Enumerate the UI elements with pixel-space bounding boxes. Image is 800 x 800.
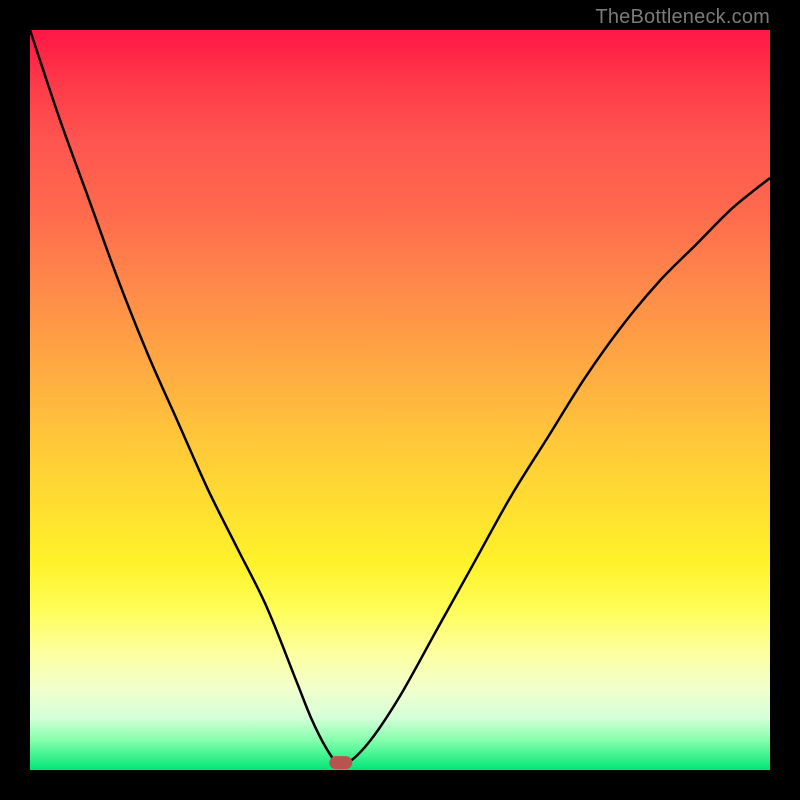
optimal-marker bbox=[330, 757, 352, 769]
bottleneck-curve bbox=[30, 30, 770, 765]
watermark-text: TheBottleneck.com bbox=[595, 6, 770, 29]
plot-area bbox=[30, 30, 770, 770]
curve-svg bbox=[30, 30, 770, 770]
chart-container: TheBottleneck.com bbox=[0, 0, 800, 800]
